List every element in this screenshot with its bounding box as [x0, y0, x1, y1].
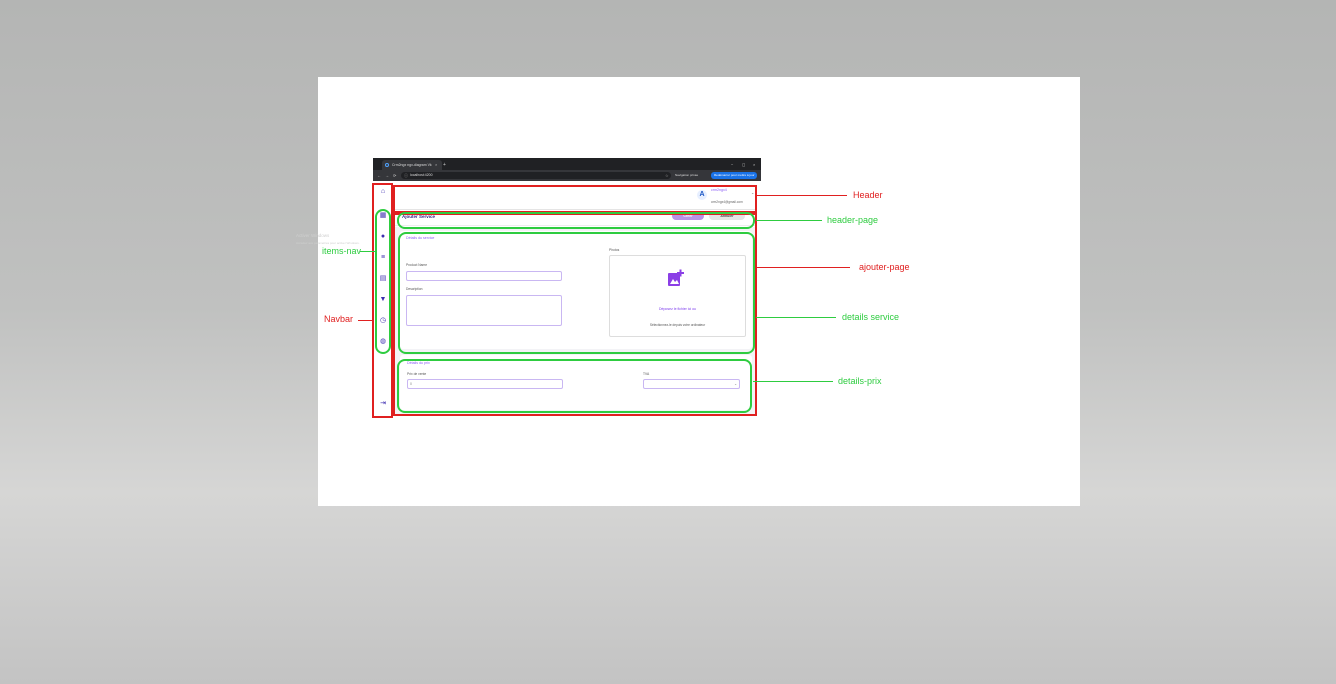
items-nav-highlight-box [375, 209, 391, 354]
maximize-icon[interactable]: ◻ [742, 160, 745, 170]
details-service-highlight-box [398, 232, 755, 354]
items-nav-annotation: items-nav [322, 246, 362, 256]
minimize-icon[interactable]: − [731, 160, 733, 170]
browser-tab[interactable]: Crm2ngx ngx-diagram Vk [382, 160, 442, 170]
details-prix-highlight-box [397, 359, 752, 413]
header-highlight-box [393, 185, 757, 213]
bookmark-icon[interactable]: ☆ [665, 170, 669, 181]
back-icon[interactable]: ← [377, 170, 381, 181]
close-window-icon[interactable]: × [753, 160, 755, 170]
site-info-icon[interactable]: ⓘ [404, 172, 408, 179]
relaunch-button[interactable]: Redémarrer pour mettre à jour [711, 172, 757, 179]
new-tab-icon[interactable]: + [443, 160, 446, 170]
favicon-icon [385, 163, 389, 167]
details-service-annotation: details service [842, 312, 900, 322]
url-input[interactable]: ⓘ localhost:4200 [401, 172, 671, 179]
ajouter-page-annotation: ajouter-page [859, 262, 910, 272]
items-nav-leader-line [360, 251, 375, 252]
ajouter-page-leader-line [757, 267, 850, 268]
header-leader-line [757, 195, 847, 196]
navbar-leader-line [358, 320, 372, 321]
navbar-annotation: Navbar [324, 314, 354, 324]
details-prix-leader-line [753, 381, 833, 382]
details-service-leader-line [756, 317, 836, 318]
forward-icon[interactable]: → [385, 170, 389, 181]
header-annotation: Header [853, 190, 883, 200]
url-text: localhost:4200 [410, 173, 433, 177]
header-page-highlight-box [397, 212, 755, 229]
details-prix-annotation: details-prix [838, 376, 882, 386]
header-page-leader-line [756, 220, 822, 221]
private-browsing-badge[interactable]: Navigation privée [675, 172, 711, 179]
tab-close-icon[interactable]: × [435, 160, 437, 170]
header-page-annotation: header-page [827, 215, 879, 225]
browser-tab-bar: Crm2ngx ngx-diagram Vk × + − ◻ × [373, 158, 761, 170]
tab-title: Crm2ngx ngx-diagram Vk [392, 163, 432, 167]
windows-watermark-title: Activer Windows [296, 233, 330, 238]
reload-icon[interactable]: ⟳ [393, 170, 396, 181]
address-bar: ← → ⟳ ⓘ localhost:4200 ☆ Navigation priv… [373, 170, 761, 181]
